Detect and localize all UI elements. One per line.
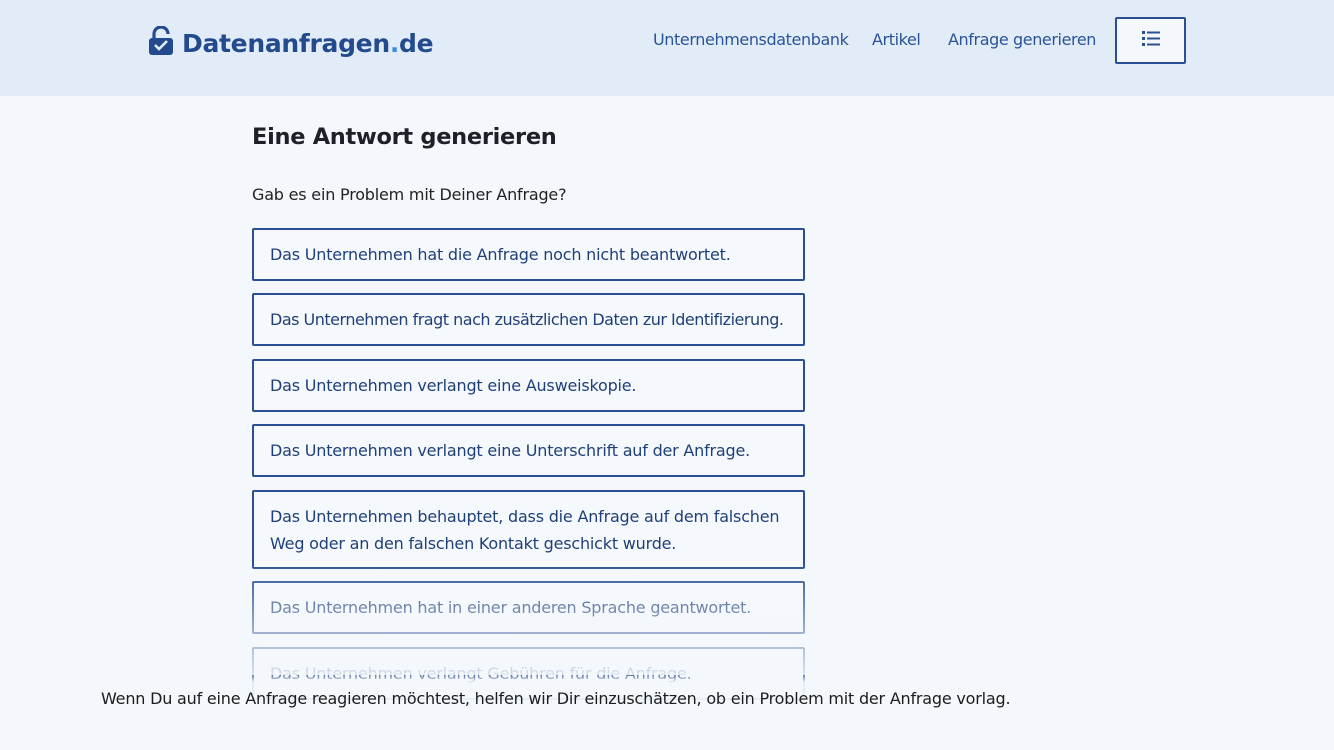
option-label: Das Unternehmen verlangt eine Unterschri… (270, 441, 751, 460)
nav-link-unternehmensdatenbank[interactable]: Unternehmensdatenbank (653, 30, 849, 49)
list-icon (1141, 31, 1160, 50)
nav-link-artikel[interactable]: Artikel (872, 30, 921, 49)
option-signature[interactable]: Das Unternehmen verlangt eine Unterschri… (252, 424, 805, 477)
logo-text: Datenanfragen.de (182, 28, 434, 58)
option-wrong-contact[interactable]: Das Unternehmen behauptet, dass die Anfr… (252, 490, 805, 569)
menu-button[interactable] (1115, 17, 1186, 64)
site-header: Datenanfragen.de Unternehmensdatenbank A… (0, 0, 1334, 96)
lock-icon (148, 25, 174, 60)
footer-bar (0, 672, 1334, 750)
option-other-language[interactable]: Das Unternehmen hat in einer anderen Spr… (252, 581, 805, 634)
site-logo[interactable]: Datenanfragen.de (148, 25, 434, 60)
logo-name: Datenanfragen (182, 28, 390, 58)
logo-dot: . (389, 28, 400, 58)
option-label: Das Unternehmen hat in einer anderen Spr… (270, 598, 752, 617)
option-identification-data[interactable]: Das Unternehmen fragt nach zusätzlichen … (252, 293, 805, 346)
nav-link-anfrage-generieren[interactable]: Anfrage generieren (948, 30, 1096, 49)
footer-hint: Wenn Du auf eine Anfrage reagieren möcht… (101, 689, 1011, 708)
logo-tld: de (399, 28, 434, 58)
option-label: Das Unternehmen fragt nach zusätzlichen … (270, 310, 784, 329)
option-no-response[interactable]: Das Unternehmen hat die Anfrage noch nic… (252, 228, 805, 281)
question-label: Gab es ein Problem mit Deiner Anfrage? (252, 185, 567, 204)
option-label: Das Unternehmen verlangt eine Ausweiskop… (270, 376, 637, 395)
main-content: Eine Antwort generieren Gab es ein Probl… (252, 124, 812, 700)
option-label: Das Unternehmen behauptet, dass die Anfr… (270, 506, 780, 553)
option-id-copy[interactable]: Das Unternehmen verlangt eine Ausweiskop… (252, 359, 805, 412)
option-label: Das Unternehmen hat die Anfrage noch nic… (270, 245, 731, 264)
page-title: Eine Antwort generieren (252, 124, 557, 150)
